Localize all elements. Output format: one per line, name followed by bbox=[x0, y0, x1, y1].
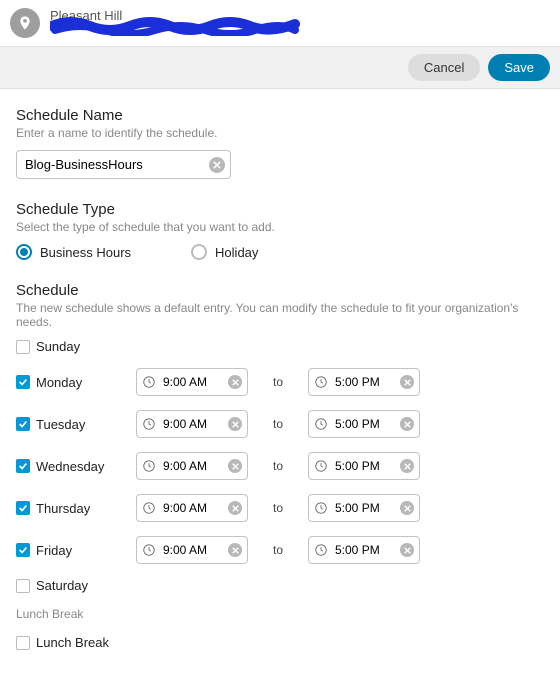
to-label: to bbox=[248, 543, 308, 557]
form-content: Schedule Name Enter a name to identify t… bbox=[0, 89, 560, 682]
week-schedule: SundayMondaytoTuesdaytoWednesdaytoThursd… bbox=[16, 339, 544, 593]
day-checkbox[interactable] bbox=[16, 543, 30, 557]
clear-time-icon[interactable] bbox=[400, 501, 414, 515]
day-row: Saturday bbox=[16, 578, 544, 593]
radio-label: Business Hours bbox=[40, 245, 131, 260]
schedule-section-help: The new schedule shows a default entry. … bbox=[16, 301, 544, 329]
day-name-label: Tuesday bbox=[36, 417, 136, 432]
day-row: Sunday bbox=[16, 339, 544, 354]
clear-time-icon[interactable] bbox=[228, 375, 242, 389]
clear-time-icon[interactable] bbox=[228, 543, 242, 557]
day-row: Friday to bbox=[16, 536, 544, 564]
day-name-label: Thursday bbox=[36, 501, 136, 516]
lunch-break-section-label: Lunch Break bbox=[16, 607, 544, 621]
day-name-label: Saturday bbox=[36, 578, 136, 593]
schedule-type-label: Schedule Type bbox=[16, 201, 544, 218]
schedule-name-help: Enter a name to identify the schedule. bbox=[16, 126, 544, 140]
action-bar: Cancel Save bbox=[0, 46, 560, 89]
day-checkbox[interactable] bbox=[16, 459, 30, 473]
cancel-button[interactable]: Cancel bbox=[408, 54, 480, 81]
radio-icon bbox=[191, 244, 207, 260]
schedule-type-help: Select the type of schedule that you wan… bbox=[16, 220, 544, 234]
schedule-name-input[interactable] bbox=[16, 150, 231, 179]
clear-time-icon[interactable] bbox=[228, 459, 242, 473]
clear-time-icon[interactable] bbox=[228, 417, 242, 431]
radio-business-hours[interactable]: Business Hours bbox=[16, 244, 131, 260]
day-checkbox[interactable] bbox=[16, 579, 30, 593]
save-button[interactable]: Save bbox=[488, 54, 550, 81]
day-row: Tuesday to bbox=[16, 410, 544, 438]
clear-time-icon[interactable] bbox=[228, 501, 242, 515]
clear-input-icon[interactable] bbox=[209, 157, 225, 173]
day-name-label: Friday bbox=[36, 543, 136, 558]
day-name-label: Sunday bbox=[36, 339, 136, 354]
clear-time-icon[interactable] bbox=[400, 417, 414, 431]
clear-time-icon[interactable] bbox=[400, 459, 414, 473]
location-name: Pleasant Hill bbox=[50, 8, 122, 24]
day-checkbox[interactable] bbox=[16, 340, 30, 354]
to-label: to bbox=[248, 501, 308, 515]
lunch-break-row: Lunch Break bbox=[16, 635, 544, 650]
radio-icon bbox=[16, 244, 32, 260]
day-row: Thursday to bbox=[16, 494, 544, 522]
day-row: Wednesday to bbox=[16, 452, 544, 480]
lunch-break-checkbox-label: Lunch Break bbox=[36, 635, 136, 650]
schedule-name-label: Schedule Name bbox=[16, 107, 544, 124]
clear-time-icon[interactable] bbox=[400, 543, 414, 557]
to-label: to bbox=[248, 459, 308, 473]
day-checkbox[interactable] bbox=[16, 501, 30, 515]
day-checkbox[interactable] bbox=[16, 375, 30, 389]
location-header: Pleasant Hill bbox=[0, 0, 560, 46]
day-checkbox[interactable] bbox=[16, 417, 30, 431]
day-name-label: Monday bbox=[36, 375, 136, 390]
day-name-label: Wednesday bbox=[36, 459, 136, 474]
to-label: to bbox=[248, 375, 308, 389]
location-pin-icon bbox=[10, 8, 40, 38]
day-row: Monday to bbox=[16, 368, 544, 396]
schedule-section-label: Schedule bbox=[16, 282, 544, 299]
clear-time-icon[interactable] bbox=[400, 375, 414, 389]
to-label: to bbox=[248, 417, 308, 431]
radio-label: Holiday bbox=[215, 245, 258, 260]
radio-holiday[interactable]: Holiday bbox=[191, 244, 258, 260]
lunch-break-checkbox[interactable] bbox=[16, 636, 30, 650]
